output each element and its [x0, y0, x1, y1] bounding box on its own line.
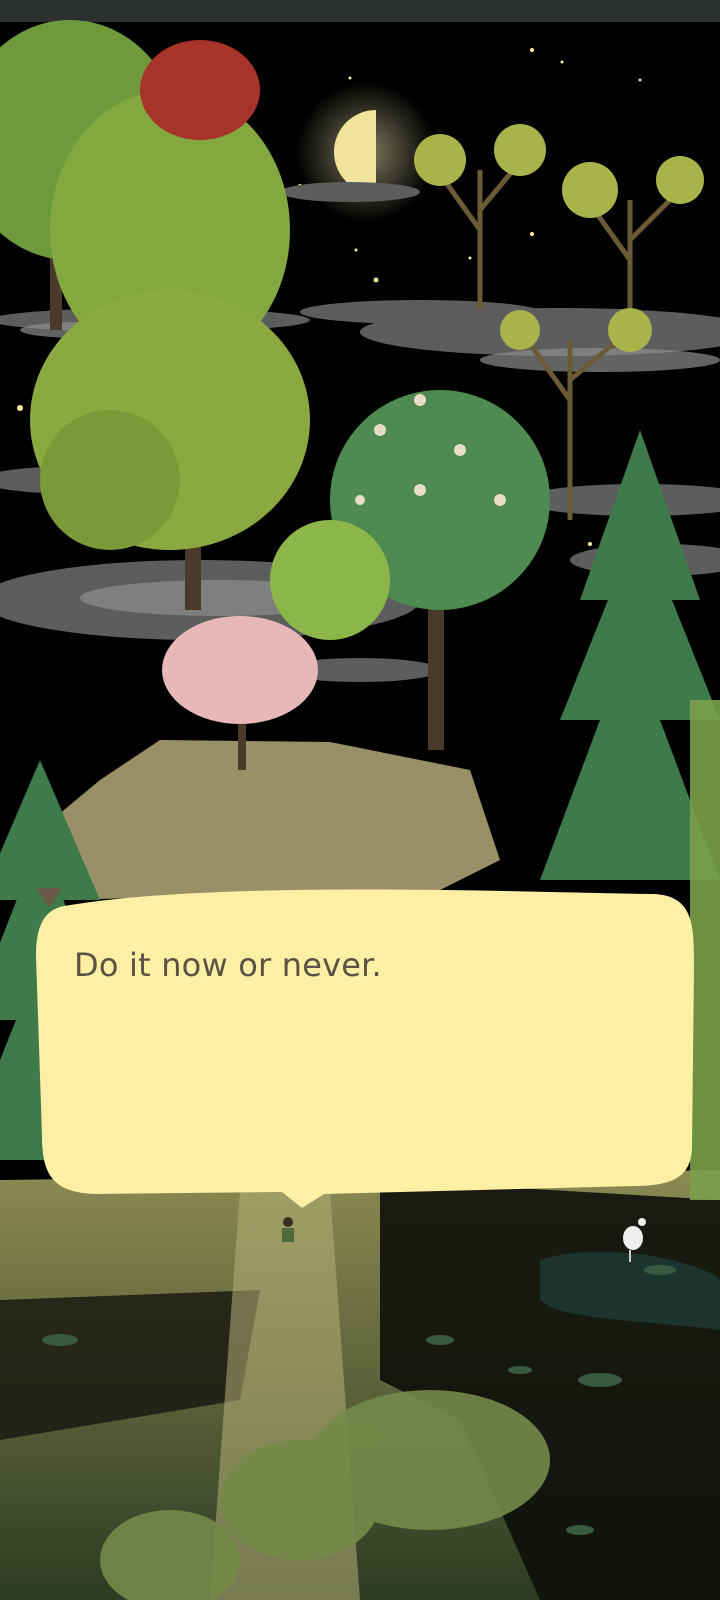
- dialog-text: Do it now or never.: [74, 946, 382, 984]
- game-scene[interactable]: Do it now or never.: [0, 0, 720, 1600]
- forest-night-background: [0, 0, 720, 1600]
- dialog-box[interactable]: Do it now or never.: [34, 886, 702, 1226]
- speech-bubble: [36, 889, 694, 1208]
- triangle-down-icon[interactable]: [34, 886, 64, 910]
- top-cloud-band: [0, 0, 720, 22]
